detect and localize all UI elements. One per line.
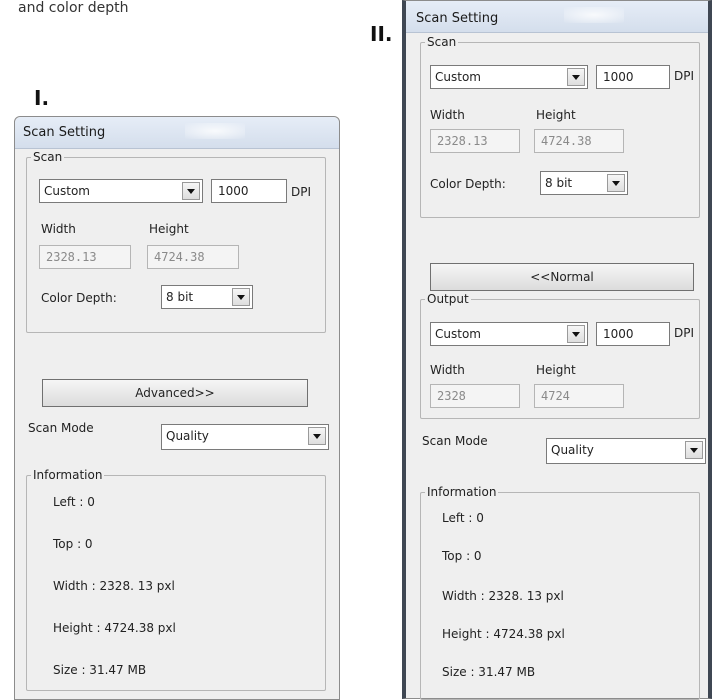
width-label: Width	[41, 222, 76, 236]
chevron-down-icon[interactable]	[685, 441, 703, 459]
scan-preset-value: Custom	[44, 184, 90, 198]
dialog-title: Scan Setting	[23, 125, 106, 140]
normal-button[interactable]: <<Normal	[430, 263, 694, 291]
scan-preset-select[interactable]: Custom	[430, 65, 588, 89]
dpi-unit-label: DPI	[674, 69, 695, 83]
info-size: Size : 31.47 MB	[53, 663, 147, 677]
output-dpi-unit-label: DPI	[674, 326, 695, 340]
chevron-down-icon[interactable]	[567, 68, 585, 86]
info-height: Height : 4724.38 pxl	[442, 627, 565, 641]
info-size: Size : 31.47 MB	[442, 665, 536, 679]
dpi-unit-label: DPI	[291, 185, 312, 199]
scan-mode-select[interactable]: Quality	[161, 424, 329, 450]
scan-mode-label: Scan Mode	[28, 421, 94, 435]
chevron-down-icon[interactable]	[182, 182, 200, 200]
color-depth-select[interactable]: 8 bit	[161, 285, 253, 309]
title-bar: Scan Setting	[15, 117, 339, 149]
output-preset-select[interactable]: Custom	[430, 322, 588, 346]
info-width: Width : 2328. 13 pxl	[442, 589, 564, 603]
information-legend: Information	[31, 468, 105, 482]
information-legend: Information	[425, 485, 499, 499]
chevron-down-icon[interactable]	[567, 325, 585, 343]
color-depth-label: Color Depth:	[41, 291, 117, 305]
output-height-field[interactable]: 4724	[534, 384, 624, 408]
scan-preset-select[interactable]: Custom	[39, 179, 203, 203]
output-height-label: Height	[536, 363, 576, 377]
height-field[interactable]: 4724.38	[534, 129, 624, 153]
dialog-title: Scan Setting	[416, 11, 499, 26]
info-left: Left : 0	[442, 511, 484, 525]
dpi-input[interactable]: 1000	[596, 65, 670, 89]
info-height: Height : 4724.38 pxl	[53, 621, 176, 635]
height-field[interactable]: 4724.38	[147, 245, 239, 269]
width-field[interactable]: 2328.13	[430, 129, 520, 153]
title-bar: Scan Setting	[406, 1, 708, 33]
output-preset-value: Custom	[435, 327, 481, 341]
chevron-down-icon[interactable]	[607, 174, 625, 192]
dpi-input[interactable]: 1000	[211, 179, 287, 203]
scan-setting-dialog-advanced: Scan Setting Scan Custom 1000 DPI Width …	[402, 0, 712, 700]
info-width: Width : 2328. 13 pxl	[53, 579, 175, 593]
width-field[interactable]: 2328.13	[39, 245, 131, 269]
chevron-down-icon[interactable]	[308, 427, 326, 445]
scan-mode-value: Quality	[166, 429, 209, 443]
output-width-field[interactable]: 2328	[430, 384, 520, 408]
width-label: Width	[430, 108, 465, 122]
caption-text: and color depth	[18, 0, 129, 16]
scan-setting-dialog-normal: Scan Setting Scan Custom 1000 DPI Width …	[14, 116, 340, 700]
scan-preset-value: Custom	[435, 70, 481, 84]
output-width-label: Width	[430, 363, 465, 377]
height-label: Height	[536, 108, 576, 122]
color-depth-value: 8 bit	[545, 176, 573, 190]
color-depth-value: 8 bit	[166, 290, 194, 304]
label-one: I.	[34, 86, 50, 110]
scan-mode-select[interactable]: Quality	[546, 438, 706, 464]
color-depth-select[interactable]: 8 bit	[540, 171, 628, 195]
info-left: Left : 0	[53, 495, 95, 509]
scan-mode-label: Scan Mode	[422, 434, 488, 448]
scan-legend: Scan	[31, 150, 65, 164]
info-top: Top : 0	[53, 537, 93, 551]
height-label: Height	[149, 222, 189, 236]
chevron-down-icon[interactable]	[232, 288, 250, 306]
label-two: II.	[370, 22, 393, 46]
output-dpi-input[interactable]: 1000	[596, 322, 670, 346]
info-top: Top : 0	[442, 549, 482, 563]
output-legend: Output	[425, 292, 471, 306]
scan-mode-value: Quality	[551, 443, 594, 457]
color-depth-label: Color Depth:	[430, 177, 506, 191]
advanced-button[interactable]: Advanced>>	[42, 379, 308, 407]
scan-legend: Scan	[425, 35, 459, 49]
